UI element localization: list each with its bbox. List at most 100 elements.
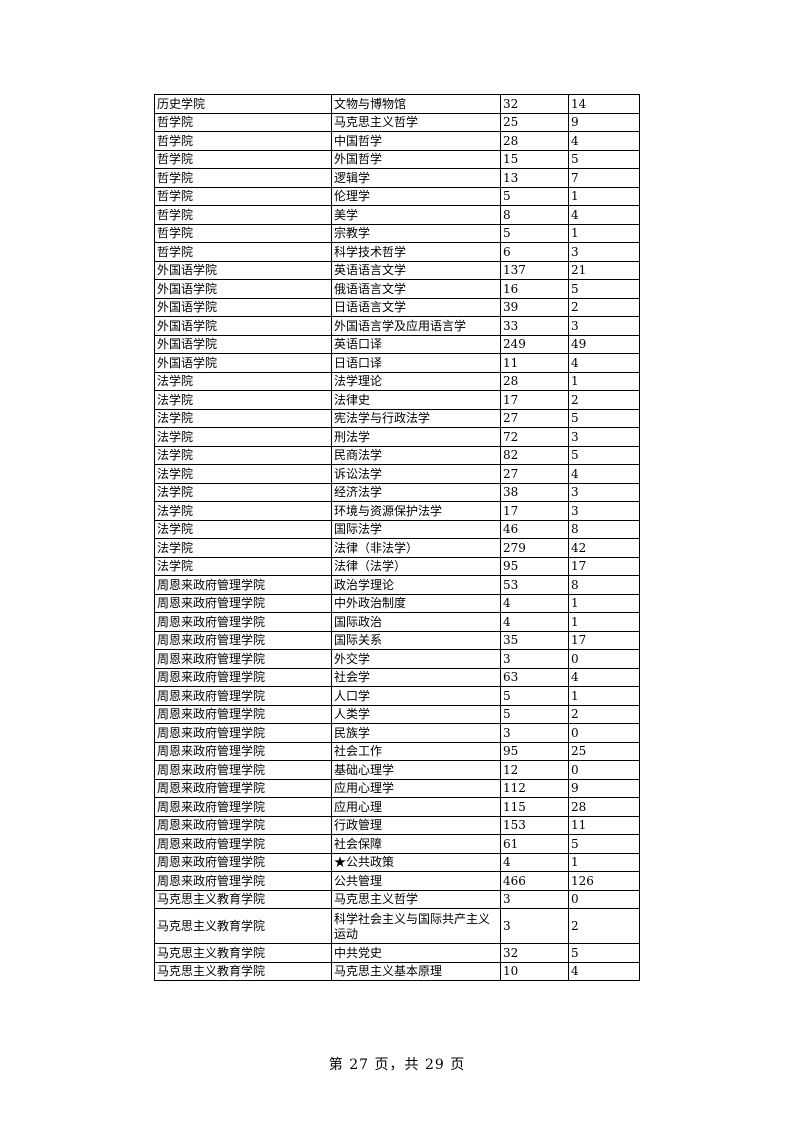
table-row: 周恩来政府管理学院 公共管理 466 126 (154, 871, 640, 891)
number-cell-b: 3 (568, 501, 640, 521)
number-cell-b: 2 (568, 297, 640, 317)
number-cell-b: 3 (568, 316, 640, 336)
number-cell-b: 14 (568, 94, 640, 114)
major-cell: 中国哲学 (331, 131, 501, 151)
table-row: 外国语学院 俄语语言文学 16 5 (154, 279, 640, 299)
number-cell-a: 95 (500, 741, 569, 761)
major-cell: 逻辑学 (331, 168, 501, 188)
table-row: 周恩来政府管理学院 应用心理学 112 9 (154, 778, 640, 798)
number-cell-b: 8 (568, 519, 640, 539)
college-cell: 周恩来政府管理学院 (154, 852, 332, 872)
number-cell-b: 11 (568, 815, 640, 835)
table-row: 马克思主义教育学院 科学社会主义与国际共产主义运动 3 2 (154, 908, 640, 944)
number-cell-b: 1 (568, 371, 640, 391)
major-cell: 俄语语言文学 (331, 279, 501, 299)
major-cell: 民族学 (331, 723, 501, 743)
table-row: 哲学院 美学 8 4 (154, 205, 640, 225)
major-cell: 社会保障 (331, 834, 501, 854)
number-cell-b: 4 (568, 353, 640, 373)
college-cell: 哲学院 (154, 242, 332, 262)
college-cell: 外国语学院 (154, 316, 332, 336)
major-cell: 国际法学 (331, 519, 501, 539)
number-cell-a: 17 (500, 501, 569, 521)
number-cell-a: 3 (500, 908, 569, 944)
major-cell: 伦理学 (331, 186, 501, 206)
number-cell-a: 46 (500, 519, 569, 539)
number-cell-a: 72 (500, 427, 569, 447)
table-row: 外国语学院 英语口译 249 49 (154, 334, 640, 354)
college-cell: 法学院 (154, 519, 332, 539)
table-row: 周恩来政府管理学院 社会工作 95 25 (154, 741, 640, 761)
major-cell: 诉讼法学 (331, 464, 501, 484)
college-cell: 外国语学院 (154, 279, 332, 299)
number-cell-b: 0 (568, 760, 640, 780)
table-row: 法学院 民商法学 82 5 (154, 445, 640, 465)
number-cell-b: 3 (568, 242, 640, 262)
major-cell: 人类学 (331, 704, 501, 724)
table-row: 周恩来政府管理学院 基础心理学 12 0 (154, 760, 640, 780)
major-cell: 英语语言文学 (331, 260, 501, 280)
number-cell-b: 5 (568, 149, 640, 169)
number-cell-a: 95 (500, 556, 569, 576)
number-cell-a: 4 (500, 852, 569, 872)
number-cell-a: 16 (500, 279, 569, 299)
number-cell-a: 137 (500, 260, 569, 280)
number-cell-b: 17 (568, 630, 640, 650)
college-cell: 外国语学院 (154, 353, 332, 373)
major-cell: 英语口译 (331, 334, 501, 354)
table-row: 马克思主义教育学院 马克思主义哲学 3 0 (154, 889, 640, 909)
college-cell: 周恩来政府管理学院 (154, 667, 332, 687)
number-cell-a: 32 (500, 94, 569, 114)
number-cell-b: 4 (568, 205, 640, 225)
number-cell-a: 12 (500, 760, 569, 780)
major-cell: 社会工作 (331, 741, 501, 761)
college-cell: 周恩来政府管理学院 (154, 593, 332, 613)
major-cell: 宗教学 (331, 223, 501, 243)
number-cell-b: 5 (568, 279, 640, 299)
major-cell: 外国语言学及应用语言学 (331, 316, 501, 336)
table-row: 外国语学院 日语语言文学 39 2 (154, 297, 640, 317)
college-cell: 周恩来政府管理学院 (154, 723, 332, 743)
major-cell: 国际关系 (331, 630, 501, 650)
number-cell-a: 5 (500, 186, 569, 206)
number-cell-a: 13 (500, 168, 569, 188)
major-cell: 外交学 (331, 649, 501, 669)
major-cell: 法律（法学） (331, 556, 501, 576)
college-cell: 周恩来政府管理学院 (154, 630, 332, 650)
number-cell-a: 8 (500, 205, 569, 225)
major-cell: 中共党史 (331, 943, 501, 963)
number-cell-a: 38 (500, 482, 569, 502)
number-cell-a: 3 (500, 889, 569, 909)
number-cell-b: 21 (568, 260, 640, 280)
college-cell: 法学院 (154, 556, 332, 576)
college-cell: 法学院 (154, 371, 332, 391)
college-cell: 外国语学院 (154, 297, 332, 317)
major-cell: 环境与资源保护法学 (331, 501, 501, 521)
number-cell-b: 3 (568, 427, 640, 447)
number-cell-a: 53 (500, 575, 569, 595)
college-cell: 哲学院 (154, 149, 332, 169)
major-cell: 国际政治 (331, 612, 501, 632)
college-cell: 周恩来政府管理学院 (154, 815, 332, 835)
table-row: 哲学院 宗教学 5 1 (154, 223, 640, 243)
number-cell-a: 115 (500, 797, 569, 817)
table-row: 周恩来政府管理学院 应用心理 115 28 (154, 797, 640, 817)
number-cell-a: 153 (500, 815, 569, 835)
major-cell: 经济法学 (331, 482, 501, 502)
table-row: 法学院 诉讼法学 27 4 (154, 464, 640, 484)
major-cell: 公共管理 (331, 871, 501, 891)
number-cell-b: 4 (568, 961, 640, 981)
number-cell-a: 61 (500, 834, 569, 854)
number-cell-b: 1 (568, 223, 640, 243)
college-cell: 法学院 (154, 464, 332, 484)
number-cell-b: 126 (568, 871, 640, 891)
number-cell-a: 6 (500, 242, 569, 262)
number-cell-a: 4 (500, 593, 569, 613)
college-cell: 周恩来政府管理学院 (154, 741, 332, 761)
college-cell: 马克思主义教育学院 (154, 943, 332, 963)
number-cell-a: 466 (500, 871, 569, 891)
table-row: 周恩来政府管理学院 政治学理论 53 8 (154, 575, 640, 595)
table-row: 周恩来政府管理学院 中外政治制度 4 1 (154, 593, 640, 613)
major-cell: 马克思主义哲学 (331, 889, 501, 909)
number-cell-a: 5 (500, 686, 569, 706)
